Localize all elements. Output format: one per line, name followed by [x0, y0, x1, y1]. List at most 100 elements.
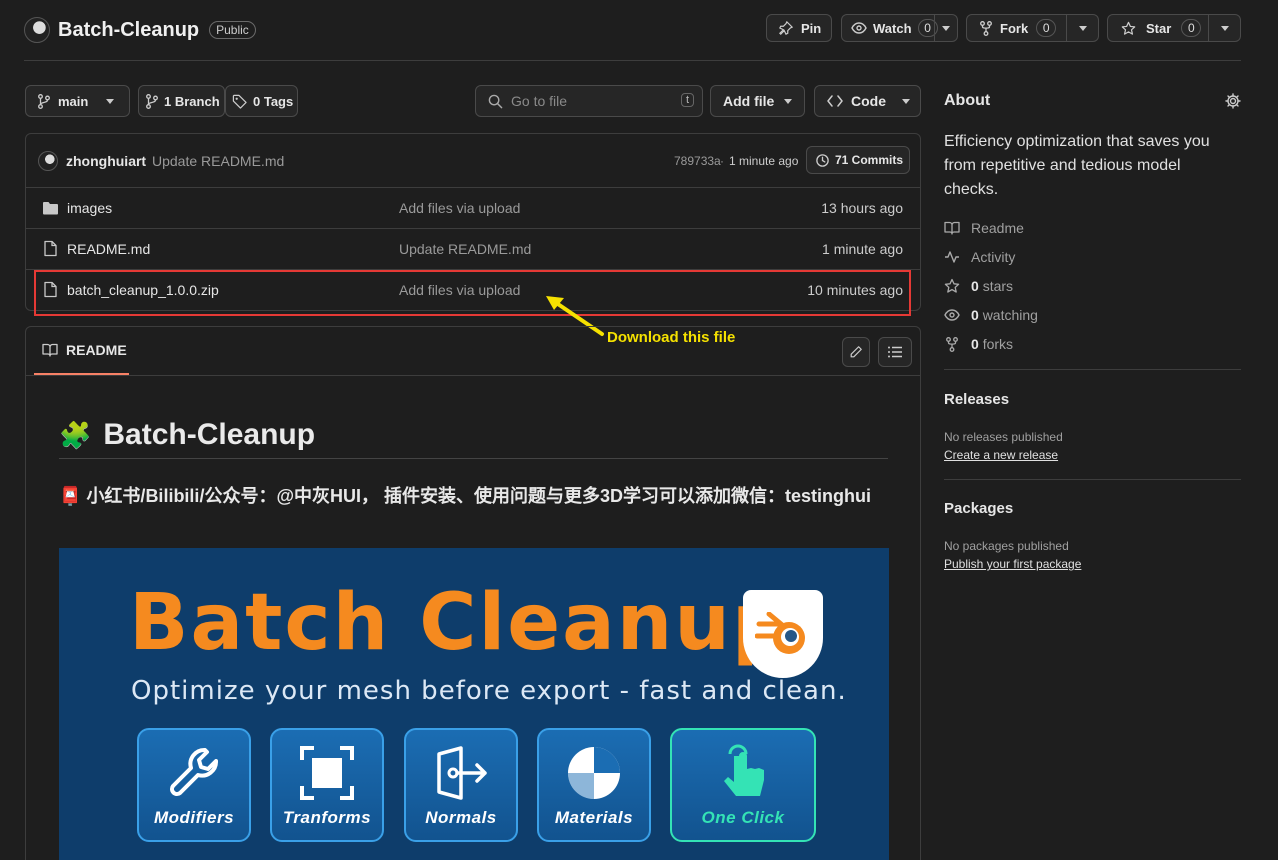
readme-panel: README 🧩 Batch-Cleanup 📮 小红书/Bilibili/公众…: [25, 326, 921, 860]
keyboard-shortcut-badge: t: [680, 93, 694, 107]
blender-icon: [755, 612, 805, 654]
branch-icon: [146, 93, 158, 109]
postbox-emoji: 📮: [59, 486, 82, 506]
file-time: 13 hours ago: [821, 200, 903, 216]
fork-icon: [946, 336, 958, 352]
branch-icon: [38, 93, 50, 109]
file-icon: [44, 240, 57, 257]
wrench-icon: [170, 748, 218, 796]
owner-avatar[interactable]: [24, 17, 50, 43]
feature-one-click: One Click: [670, 728, 816, 842]
about-description: Efficiency optimization that saves you f…: [944, 133, 1210, 198]
edit-readme-button[interactable]: [842, 337, 870, 367]
chevron-down-icon: [106, 98, 115, 104]
visibility-badge: Public: [209, 21, 256, 39]
transform-icon: [300, 746, 354, 800]
releases-empty: No releases published: [944, 430, 1063, 444]
branch-selector[interactable]: main: [25, 85, 130, 117]
watch-button[interactable]: Watch 0: [841, 14, 958, 42]
file-row[interactable]: README.md Update README.md 1 minute ago: [26, 228, 920, 269]
forks-link[interactable]: 0 forks: [944, 336, 1013, 352]
book-icon: [42, 343, 58, 357]
publish-package-link[interactable]: Publish your first package: [944, 557, 1081, 571]
author-avatar[interactable]: [38, 151, 58, 171]
commit-separator: ·: [720, 154, 724, 168]
commit-time: 1 minute ago: [729, 154, 799, 168]
latest-commit-bar: zhonghuiart Update README.md 789733a · 1…: [26, 134, 920, 186]
watch-dropdown-icon[interactable]: [942, 26, 950, 31]
code-button[interactable]: Code: [814, 85, 921, 117]
readme-tab[interactable]: README: [34, 327, 129, 375]
fork-icon: [980, 20, 992, 36]
search-icon: [488, 94, 503, 108]
fork-count: 0: [1036, 19, 1057, 37]
repo-name[interactable]: Batch-Cleanup: [58, 19, 199, 42]
branch-name: main: [58, 93, 89, 109]
folder-icon: [43, 202, 58, 215]
watching-link[interactable]: 0 watching: [944, 307, 1038, 323]
blender-logo: [743, 590, 823, 678]
activity-link[interactable]: Activity: [944, 249, 1015, 265]
history-icon: [816, 153, 829, 167]
stars-link[interactable]: 0 stars: [944, 278, 1013, 294]
file-name[interactable]: README.md: [67, 241, 150, 257]
readme-link[interactable]: Readme: [944, 220, 1024, 236]
feature-modifiers: Modifiers: [137, 728, 251, 842]
chevron-down-icon: [902, 98, 910, 104]
fork-dropdown-icon[interactable]: [1079, 26, 1087, 31]
file-row[interactable]: images Add files via upload 13 hours ago: [26, 187, 920, 228]
header-divider: [24, 60, 1241, 61]
packages-heading[interactable]: Packages: [944, 500, 1013, 517]
star-icon: [1121, 21, 1136, 35]
add-file-button[interactable]: Add file: [710, 85, 805, 117]
fork-button[interactable]: Fork 0: [966, 14, 1099, 42]
create-release-link[interactable]: Create a new release: [944, 448, 1058, 462]
star-button[interactable]: Star 0: [1107, 14, 1241, 42]
puzzle-emoji: 🧩: [59, 419, 92, 450]
commit-message[interactable]: Update README.md: [152, 153, 284, 169]
star-dropdown-icon[interactable]: [1221, 26, 1229, 31]
code-icon: [827, 95, 843, 107]
sidebar-divider: [944, 479, 1241, 480]
tags-link[interactable]: 0 Tags: [225, 85, 298, 117]
pulse-icon: [945, 251, 959, 263]
commits-link[interactable]: 71 Commits: [806, 146, 910, 174]
readme-subtitle: 📮 小红书/Bilibili/公众号：@中灰HUI， 插件安装、使用问题与更多3…: [59, 486, 871, 506]
material-sphere-icon: [568, 747, 620, 799]
outline-button[interactable]: [878, 337, 912, 367]
about-heading: About: [944, 92, 991, 109]
releases-heading[interactable]: Releases: [944, 391, 1009, 408]
book-icon: [944, 221, 960, 235]
list-icon: [887, 346, 902, 358]
sidebar-divider: [944, 369, 1241, 370]
file-commit-message[interactable]: Update README.md: [399, 241, 531, 257]
highlight-box: [34, 270, 911, 316]
readme-heading: 🧩 Batch-Cleanup: [59, 411, 888, 459]
file-commit-message[interactable]: Add files via upload: [399, 200, 520, 216]
branches-link[interactable]: 1 Branch: [138, 85, 225, 117]
star-count: 0: [1181, 19, 1202, 37]
tap-icon: [724, 744, 764, 796]
go-to-file-input[interactable]: Go to file t: [475, 85, 703, 117]
commit-author[interactable]: zhonghuiart: [66, 153, 146, 169]
packages-empty: No packages published: [944, 539, 1069, 553]
repo-header: Batch-Cleanup Public: [24, 16, 256, 44]
readme-banner: Batch Cleanup Optimize your mesh before …: [59, 548, 889, 860]
tag-icon: [232, 94, 247, 109]
eye-icon: [851, 22, 867, 34]
banner-tagline: Optimize your mesh before export - fast …: [131, 676, 847, 706]
eye-icon: [944, 309, 960, 321]
banner-title: Batch Cleanup: [129, 578, 790, 668]
gear-icon[interactable]: [1225, 93, 1241, 109]
search-placeholder: Go to file: [511, 93, 568, 109]
pin-icon: [779, 21, 793, 35]
pencil-icon: [850, 346, 862, 358]
star-icon: [944, 278, 960, 293]
chevron-down-icon: [784, 98, 793, 104]
feature-normals: Normals: [404, 728, 518, 842]
file-name[interactable]: images: [67, 200, 112, 216]
file-time: 1 minute ago: [822, 241, 903, 257]
commit-hash[interactable]: 789733a: [674, 154, 721, 168]
pin-button[interactable]: Pin: [766, 14, 832, 42]
feature-materials: Materials: [537, 728, 651, 842]
